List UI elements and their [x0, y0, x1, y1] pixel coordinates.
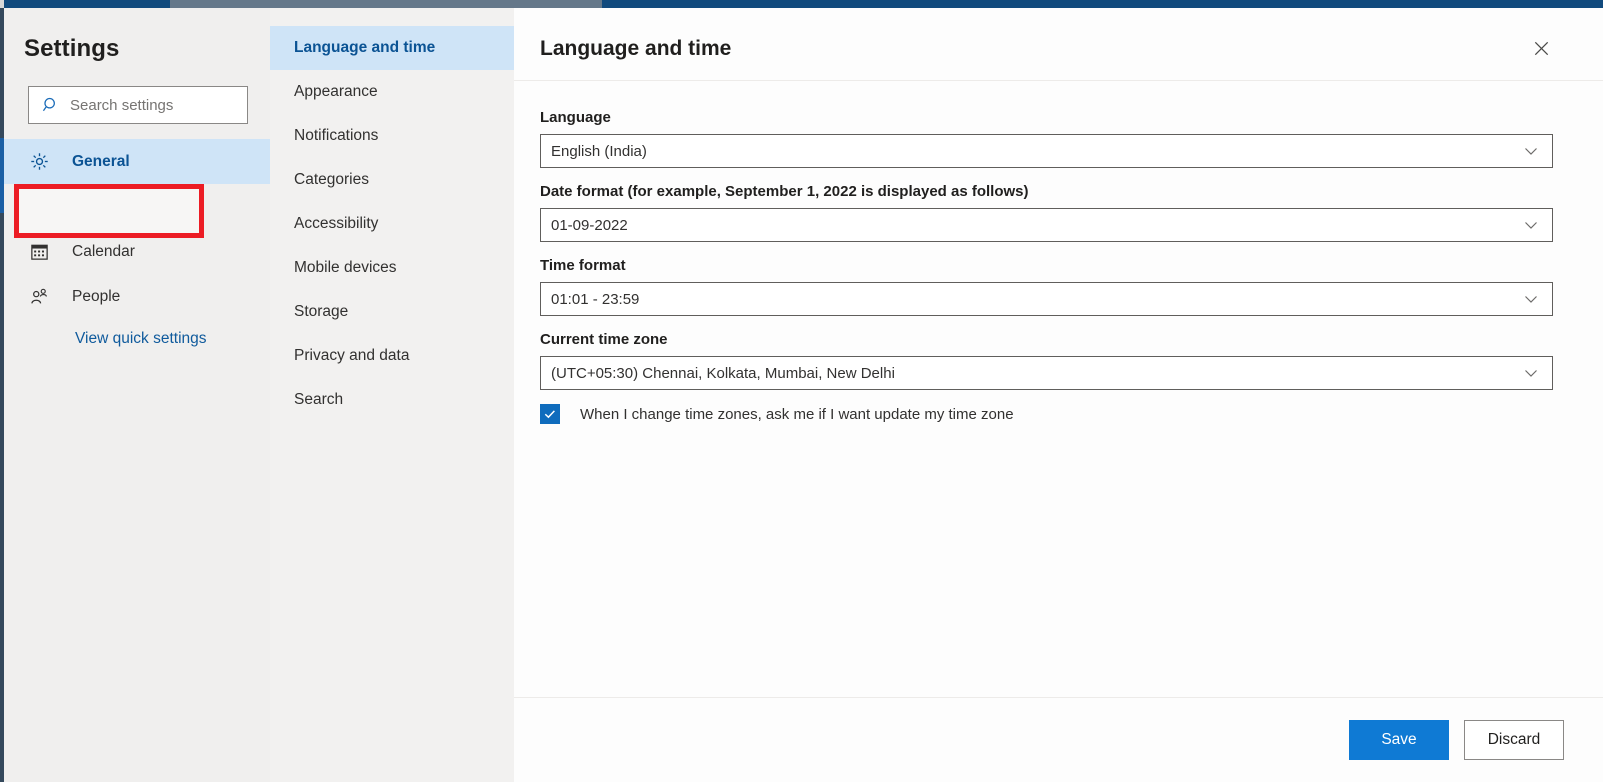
- calendar-icon: [28, 241, 50, 263]
- date-format-label: Date format (for example, September 1, 2…: [540, 183, 1029, 200]
- category-item-search[interactable]: Search: [270, 378, 514, 422]
- time-zone-prompt-label: When I change time zones, ask me if I wa…: [580, 405, 1014, 423]
- time-format-value: 01:01 - 23:59: [551, 290, 640, 308]
- sidebar-item-people[interactable]: People: [4, 274, 274, 319]
- sidebar-item-label: Mail: [72, 197, 101, 215]
- category-item-notifications[interactable]: Notifications: [270, 114, 514, 158]
- time-format-dropdown[interactable]: 01:01 - 23:59: [540, 282, 1553, 316]
- current-time-zone-label: Current time zone: [540, 331, 668, 348]
- settings-sidebar: Settings Search settings General Mail Ca…: [4, 8, 274, 782]
- settings-dialog: Settings Search settings General Mail Ca…: [0, 0, 1603, 782]
- envelope-icon: [28, 196, 50, 218]
- chevron-down-icon: [1525, 148, 1537, 155]
- sidebar-item-label: General: [72, 152, 130, 170]
- category-item-privacy-and-data[interactable]: Privacy and data: [270, 334, 514, 378]
- current-time-zone-dropdown[interactable]: (UTC+05:30) Chennai, Kolkata, Mumbai, Ne…: [540, 356, 1553, 390]
- language-value: English (India): [551, 142, 647, 160]
- window-titlebar-tab: [170, 0, 602, 8]
- search-input[interactable]: [70, 96, 220, 114]
- search-icon: [42, 97, 55, 112]
- settings-content-panel: Language and time Language English (Indi…: [514, 8, 1603, 782]
- sidebar-item-label: Calendar: [72, 242, 135, 260]
- view-quick-settings-link[interactable]: View quick settings: [75, 330, 207, 348]
- close-icon: [1534, 41, 1548, 55]
- chevron-down-icon: [1525, 222, 1537, 229]
- language-label: Language: [540, 109, 611, 126]
- category-item-mobile-devices[interactable]: Mobile devices: [270, 246, 514, 290]
- close-button[interactable]: [1525, 32, 1557, 64]
- search-settings-box[interactable]: [28, 86, 248, 124]
- date-format-value: 01-09-2022: [551, 216, 628, 234]
- sidebar-nav: General Mail Calendar People: [4, 139, 274, 319]
- category-item-appearance[interactable]: Appearance: [270, 70, 514, 114]
- discard-button[interactable]: Discard: [1464, 720, 1564, 760]
- content-header: Language and time: [514, 8, 1603, 81]
- time-format-label: Time format: [540, 257, 626, 274]
- category-column: Language and time Appearance Notificatio…: [270, 8, 514, 782]
- check-icon: [544, 410, 555, 419]
- people-icon: [28, 286, 50, 308]
- settings-form: Language English (India) Date format (fo…: [514, 82, 1603, 697]
- save-button[interactable]: Save: [1349, 720, 1449, 760]
- language-dropdown[interactable]: English (India): [540, 134, 1553, 168]
- chevron-down-icon: [1525, 296, 1537, 303]
- category-item-language-and-time[interactable]: Language and time: [270, 26, 514, 70]
- category-item-storage[interactable]: Storage: [270, 290, 514, 334]
- sidebar-item-general[interactable]: General: [4, 139, 274, 184]
- sidebar-item-calendar[interactable]: Calendar: [4, 229, 274, 274]
- current-time-zone-value: (UTC+05:30) Chennai, Kolkata, Mumbai, Ne…: [551, 364, 895, 382]
- chevron-down-icon: [1525, 370, 1537, 377]
- dialog-footer: Save Discard: [514, 697, 1603, 782]
- category-item-accessibility[interactable]: Accessibility: [270, 202, 514, 246]
- gear-icon: [28, 151, 50, 173]
- window-titlebar-right: [602, 0, 1603, 8]
- category-list: Language and time Appearance Notificatio…: [270, 26, 514, 422]
- content-title: Language and time: [540, 37, 732, 60]
- date-format-dropdown[interactable]: 01-09-2022: [540, 208, 1553, 242]
- sidebar-item-label: People: [72, 287, 121, 305]
- time-zone-prompt-checkbox[interactable]: [540, 404, 560, 424]
- time-zone-prompt-row: When I change time zones, ask me if I wa…: [540, 404, 1553, 424]
- category-item-categories[interactable]: Categories: [270, 158, 514, 202]
- sidebar-item-mail[interactable]: Mail: [4, 184, 274, 229]
- page-title: Settings: [24, 35, 120, 62]
